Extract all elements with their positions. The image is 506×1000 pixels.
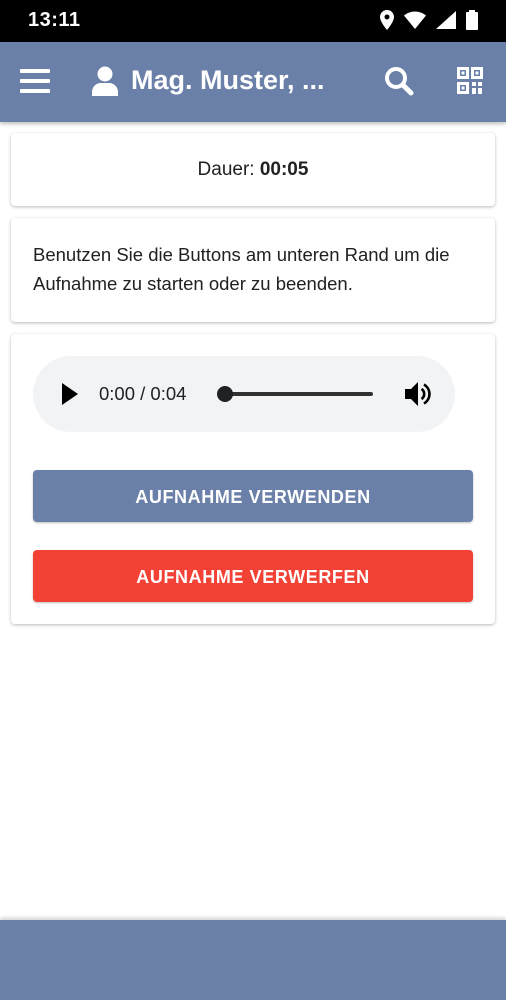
status-bar: 13:11: [0, 0, 506, 42]
progress-thumb[interactable]: [217, 386, 233, 402]
duration-label: Dauer:: [197, 159, 255, 180]
app-title: Mag. Muster, ...: [131, 65, 325, 95]
info-text: Benutzen Sie die Buttons am unteren Rand…: [33, 244, 450, 294]
volume-icon[interactable]: [403, 380, 431, 408]
user-icon: [92, 66, 118, 96]
use-recording-button[interactable]: AUFNAHME VERWENDEN: [33, 470, 473, 522]
battery-icon: [466, 10, 478, 30]
search-icon[interactable]: [384, 66, 414, 96]
status-icons: [380, 10, 478, 30]
play-icon[interactable]: [61, 383, 79, 405]
duration-card: Dauer: 00:05: [11, 133, 495, 206]
bottom-bar: [0, 920, 506, 1000]
app-bar: Mag. Muster, ...: [0, 42, 506, 122]
wifi-icon: [404, 11, 426, 29]
info-card: Benutzen Sie die Buttons am unteren Rand…: [11, 218, 495, 322]
qr-code-icon[interactable]: [457, 67, 483, 95]
menu-icon[interactable]: [20, 69, 50, 95]
signal-icon: [436, 11, 456, 29]
progress-slider[interactable]: [217, 386, 373, 402]
audio-player: 0:00 / 0:04: [33, 356, 455, 432]
discard-recording-button[interactable]: AUFNAHME VERWERFEN: [33, 550, 473, 602]
duration-value: 00:05: [259, 159, 309, 180]
playback-time: 0:00 / 0:04: [99, 383, 187, 404]
player-card: 0:00 / 0:04 AUFNAHME VERWENDEN AUFNAHME …: [11, 334, 495, 624]
status-time: 13:11: [28, 9, 81, 31]
location-icon: [380, 10, 394, 30]
